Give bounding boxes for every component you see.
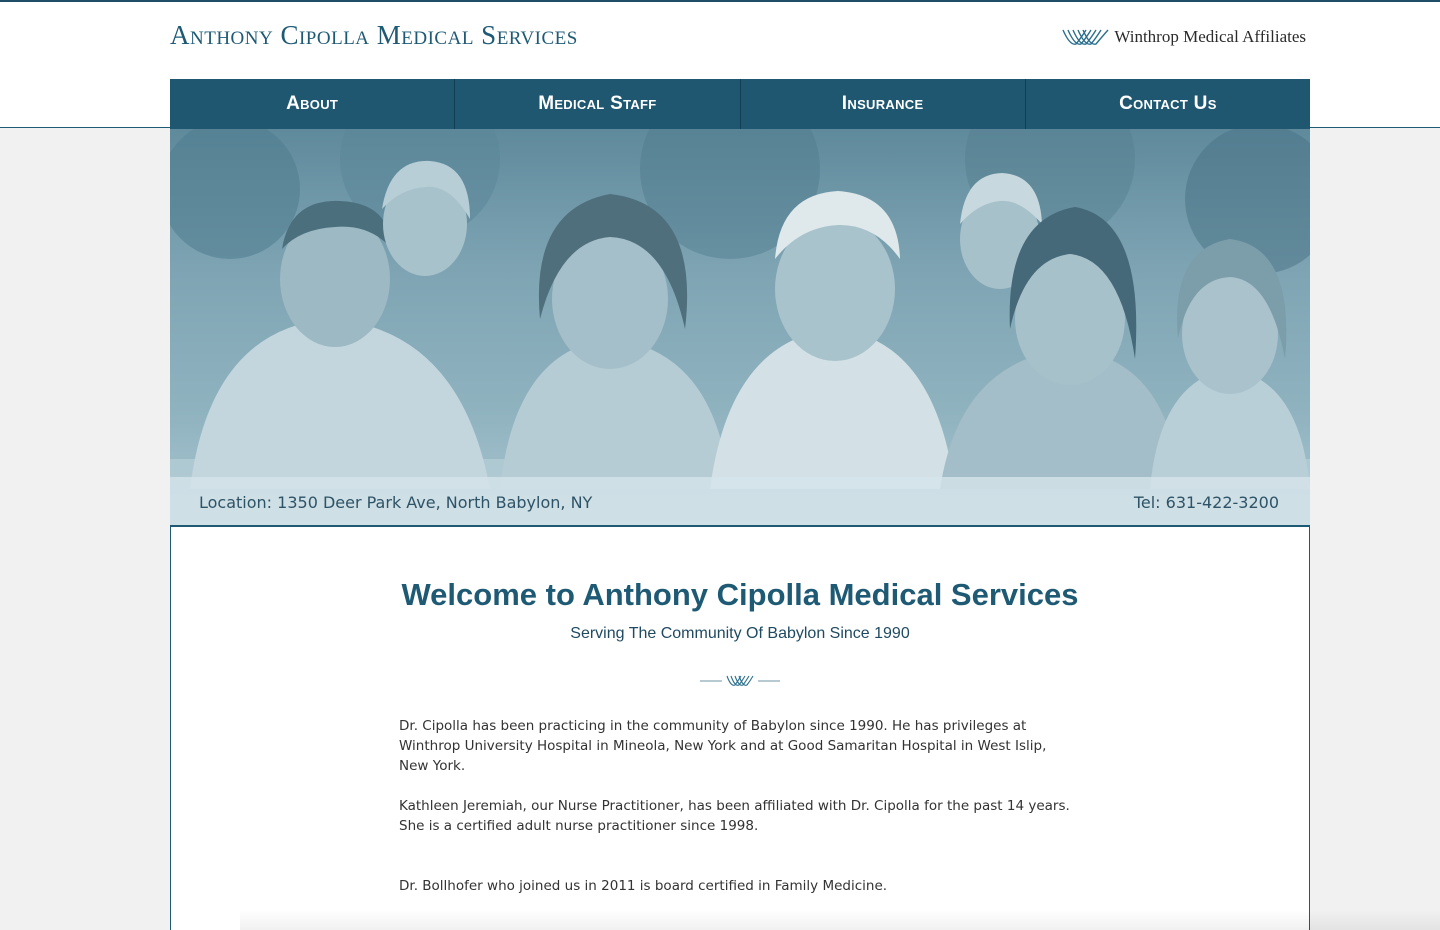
nav-item-insurance[interactable]: Insurance — [741, 79, 1026, 129]
wave-divider-icon — [700, 675, 780, 686]
location-text: Location: 1350 Deer Park Ave, North Baby… — [199, 493, 593, 512]
winthrop-wave-logo-icon — [1062, 29, 1109, 45]
affiliate-logo-link[interactable]: Winthrop Medical Affiliates — [1062, 26, 1306, 48]
page-subtitle: Serving The Community Of Babylon Since 1… — [570, 625, 910, 642]
doctor-paragraph: Dr. Bollhofer who joined us in 2011 is b… — [399, 878, 888, 894]
nav-item-medical-staff[interactable]: Medical Staff — [455, 79, 741, 129]
telephone-link[interactable]: Tel: 631-422-3200 — [1134, 493, 1279, 512]
affiliate-name: Winthrop Medical Affiliates — [1114, 27, 1306, 46]
site-title[interactable]: Anthony Cipolla Medical Services — [170, 20, 578, 51]
page-title: Welcome to Anthony Cipolla Medical Servi… — [401, 577, 1079, 612]
main-nav: About Medical Staff Insurance Contact Us — [170, 79, 1310, 129]
main-content: Welcome to Anthony Cipolla Medical Servi… — [170, 527, 1310, 930]
intro-paragraph: Dr. Cipolla has been practicing in the c… — [399, 718, 1047, 774]
family-photo-icon — [170, 129, 1310, 527]
nav-item-contact-us[interactable]: Contact Us — [1026, 79, 1310, 129]
hero-banner: Location: 1350 Deer Park Ave, North Baby… — [170, 129, 1310, 527]
nav-item-about[interactable]: About — [170, 79, 456, 129]
hero-info-bar: Location: 1350 Deer Park Ave, North Baby… — [170, 477, 1310, 527]
nurse-paragraph: Kathleen Jeremiah, our Nurse Practitione… — [399, 798, 1070, 834]
